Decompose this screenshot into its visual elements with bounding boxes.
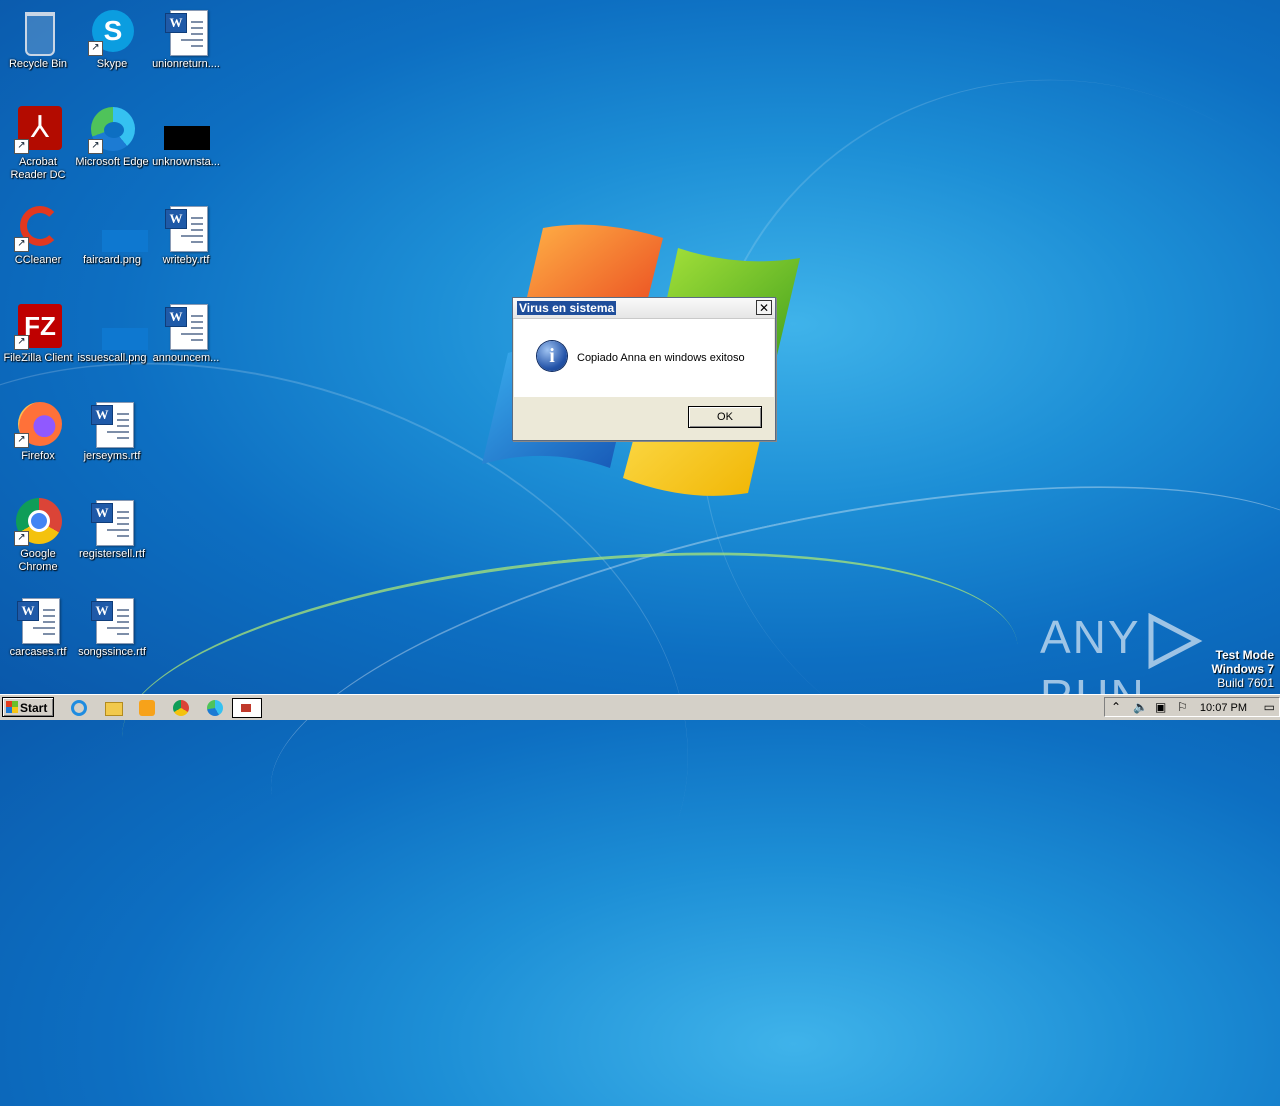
desktop-icon-label: songssince.rtf <box>78 646 146 658</box>
recycle-bin-icon <box>14 8 62 56</box>
desktop-icon-label: Firefox <box>21 450 55 462</box>
system-tray: ⌃ 🔈 ▣ ⚐ 10:07 PM ▭ <box>1104 697 1280 717</box>
desktop-icon-chrome[interactable]: ↗ Google Chrome <box>0 492 76 582</box>
desktop-icon-label: Google Chrome <box>18 548 58 573</box>
word-document-icon: W <box>162 302 210 350</box>
desktop-icon-label: Microsoft Edge <box>75 156 149 168</box>
taskbar-active-app-button[interactable] <box>232 698 262 718</box>
desktop-icon-label: jerseyms.rtf <box>83 450 141 462</box>
build-label: Build 7601 <box>1217 676 1274 690</box>
acrobat-icon: ⅄ ↗ <box>14 106 62 154</box>
desktop-icon-firefox[interactable]: ↗ Firefox <box>0 394 76 484</box>
desktop-icon-unionreturn[interactable]: W unionreturn.... <box>148 2 224 92</box>
desktop-icon-label: writeby.rtf <box>162 254 210 266</box>
desktop-icon-carcases[interactable]: W carcases.rtf <box>0 590 76 680</box>
background-swoosh <box>108 513 1032 870</box>
os-label: Windows 7 <box>1211 662 1274 676</box>
taskbar-chrome-icon[interactable] <box>170 698 192 718</box>
shortcut-arrow-icon: ↗ <box>14 237 29 252</box>
test-mode-label: Test Mode <box>1215 648 1274 662</box>
desktop-icon-label: registersell.rtf <box>78 548 146 560</box>
word-document-icon: W <box>14 596 62 644</box>
word-document-icon: W <box>88 596 136 644</box>
word-document-icon: W <box>162 8 210 56</box>
desktop-icon-recycle-bin[interactable]: Recycle Bin <box>0 2 76 92</box>
desktop-icon-songssince[interactable]: W songssince.rtf <box>74 590 150 680</box>
desktop-icon-unknownsta[interactable]: unknownsta... <box>148 100 224 190</box>
ok-button[interactable]: OK <box>688 406 762 428</box>
taskbar-ie-icon[interactable] <box>68 698 90 718</box>
watermark-brand-left: ANY <box>1040 611 1141 663</box>
network-icon[interactable]: ▣ <box>1155 700 1166 714</box>
taskbar-explorer-icon[interactable] <box>102 698 124 718</box>
taskbar-edge-icon[interactable] <box>204 698 226 718</box>
shortcut-arrow-icon: ↗ <box>14 433 29 448</box>
play-logo-icon <box>1148 612 1202 669</box>
desktop-icon-announcem[interactable]: W announcem... <box>148 296 224 386</box>
edge-icon: ↗ <box>88 106 136 154</box>
windows-flag-icon <box>6 701 18 713</box>
chrome-icon: ↗ <box>14 498 62 546</box>
desktop-icon-label: issuescall.png <box>77 352 147 364</box>
black-file-icon <box>162 106 210 154</box>
shortcut-arrow-icon: ↗ <box>14 335 29 350</box>
show-desktop-icon[interactable]: ▭ <box>1264 700 1275 714</box>
desktop-icon-label: CCleaner <box>14 254 62 266</box>
desktop-icon-registersell[interactable]: W registersell.rtf <box>74 492 150 582</box>
test-mode-notice: Test Mode Windows 7 Build 7601 <box>1211 648 1274 690</box>
dialog-title: Virus en sistema <box>517 301 617 315</box>
desktop-icon-label: FileZilla Client <box>3 352 73 364</box>
background-swoosh <box>572 0 1280 909</box>
desktop-icon-edge[interactable]: ↗ Microsoft Edge <box>74 100 150 190</box>
desktop-icon-filezilla[interactable]: FZ ↗ FileZilla Client <box>0 296 76 386</box>
desktop-icon-label: Acrobat Reader DC <box>10 156 66 181</box>
desktop-icon-label: faircard.png <box>82 254 142 266</box>
word-document-icon: W <box>88 498 136 546</box>
desktop-icon-jerseyms[interactable]: W jerseyms.rtf <box>74 394 150 484</box>
shortcut-arrow-icon: ↗ <box>14 531 29 546</box>
action-center-flag-icon[interactable]: ⚐ <box>1177 700 1188 714</box>
message-dialog: Virus en sistema ✕ i Copiado Anna en win… <box>512 297 776 441</box>
desktop-icon-label: unionreturn.... <box>152 58 220 70</box>
word-document-icon: W <box>162 204 210 252</box>
volume-icon[interactable]: 🔈 <box>1133 700 1148 714</box>
shortcut-arrow-icon: ↗ <box>14 139 29 154</box>
taskbar: Start ⌃ 🔈 ▣ ⚐ 10:07 PM ▭ <box>0 694 1280 720</box>
desktop-icon-label: Skype <box>96 58 128 70</box>
desktop-icon-ccleaner[interactable]: ↗ CCleaner <box>0 198 76 288</box>
show-hidden-icons-icon[interactable]: ⌃ <box>1111 700 1121 714</box>
desktop-icon-label: announcem... <box>152 352 220 364</box>
dialog-body: i Copiado Anna en windows exitoso <box>514 319 774 397</box>
desktop-icon-label: carcases.rtf <box>9 646 67 658</box>
close-button[interactable]: ✕ <box>756 300 772 315</box>
filezilla-icon: FZ ↗ <box>14 302 62 350</box>
start-label: Start <box>20 701 48 715</box>
shortcut-arrow-icon: ↗ <box>88 139 103 154</box>
desktop-icon-skype[interactable]: S ↗ Skype <box>74 2 150 92</box>
dialog-title-bar[interactable]: Virus en sistema ✕ <box>513 298 775 319</box>
desktop-icon-label: Recycle Bin <box>8 58 68 70</box>
desktop-icon-writeby[interactable]: W writeby.rtf <box>148 198 224 288</box>
desktop-icon-acrobat[interactable]: ⅄ ↗ Acrobat Reader DC <box>0 100 76 190</box>
info-icon: i <box>537 341 567 371</box>
skype-icon: S ↗ <box>88 8 136 56</box>
image-file-icon <box>88 204 148 252</box>
firefox-icon: ↗ <box>14 400 62 448</box>
desktop-icon-issuescall[interactable]: issuescall.png <box>74 296 150 386</box>
word-document-icon: W <box>88 400 136 448</box>
taskbar-media-player-icon[interactable] <box>136 698 158 718</box>
start-button[interactable]: Start <box>2 697 54 717</box>
shortcut-arrow-icon: ↗ <box>88 41 103 56</box>
ccleaner-icon: ↗ <box>14 204 62 252</box>
image-file-icon <box>88 302 148 350</box>
dialog-message: Copiado Anna en windows exitoso <box>577 352 745 364</box>
desktop-icon-label: unknownsta... <box>152 156 220 168</box>
desktop-icon-faircard[interactable]: faircard.png <box>74 198 150 288</box>
clock[interactable]: 10:07 PM <box>1200 701 1247 715</box>
